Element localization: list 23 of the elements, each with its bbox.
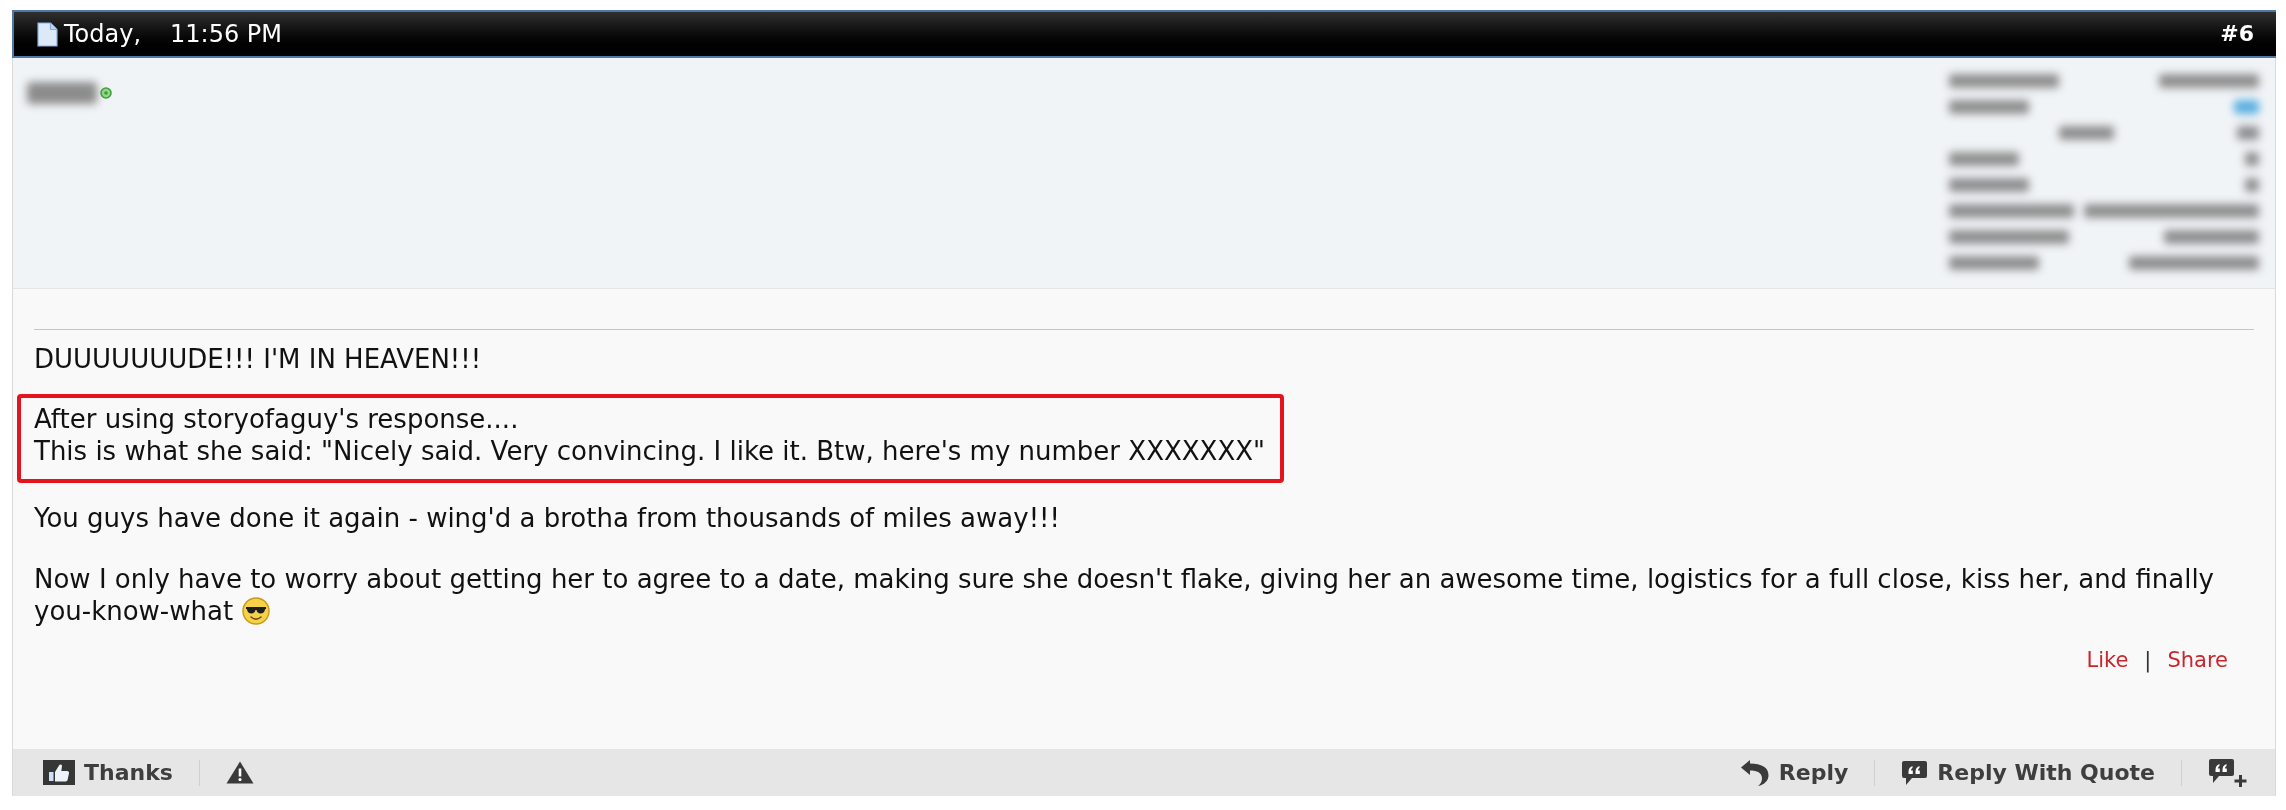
post-date: Today, [64, 19, 142, 49]
link-separator: | [2144, 647, 2152, 675]
message-text: Now I only have to worry about getting her to agree to a date, making sure she doesn't flake, giving her an awesome time, logistics for a full close, kiss her, and finally you-know-what [34, 564, 2214, 626]
message-text: You guys have done it again - wing'd a brotha from thousands of miles away!!! [34, 503, 1060, 533]
thumbs-up-icon [43, 760, 75, 785]
reply-button[interactable]: Reply [1739, 757, 1849, 788]
post-number-link[interactable]: #6 [2220, 19, 2254, 49]
multi-quote-button[interactable] [2208, 757, 2248, 788]
like-link[interactable]: Like [2086, 645, 2129, 675]
quote-bubble-icon [1901, 759, 1929, 786]
message-text: DUUUUUUUDE!!! I'M IN HEAVEN!!! [34, 344, 482, 374]
document-icon [37, 21, 58, 47]
report-button[interactable] [225, 761, 254, 784]
message-text: This is what she said: "Nicely said. Very convincing. I like it. Btw, here's my number XXXXXXX" [34, 435, 1265, 467]
reply-arrow-icon [1739, 758, 1770, 787]
share-link[interactable]: Share [2167, 645, 2228, 675]
post-time: 11:56 PM [170, 19, 283, 49]
thanks-button[interactable]: Thanks [43, 757, 173, 788]
warning-icon [225, 761, 254, 784]
blurred-username [27, 82, 97, 104]
message-text: After using storyofaguy's response.... [34, 403, 520, 435]
quote-plus-icon [2208, 757, 2248, 788]
reply-with-quote-button[interactable]: Reply With Quote [1901, 757, 2155, 788]
